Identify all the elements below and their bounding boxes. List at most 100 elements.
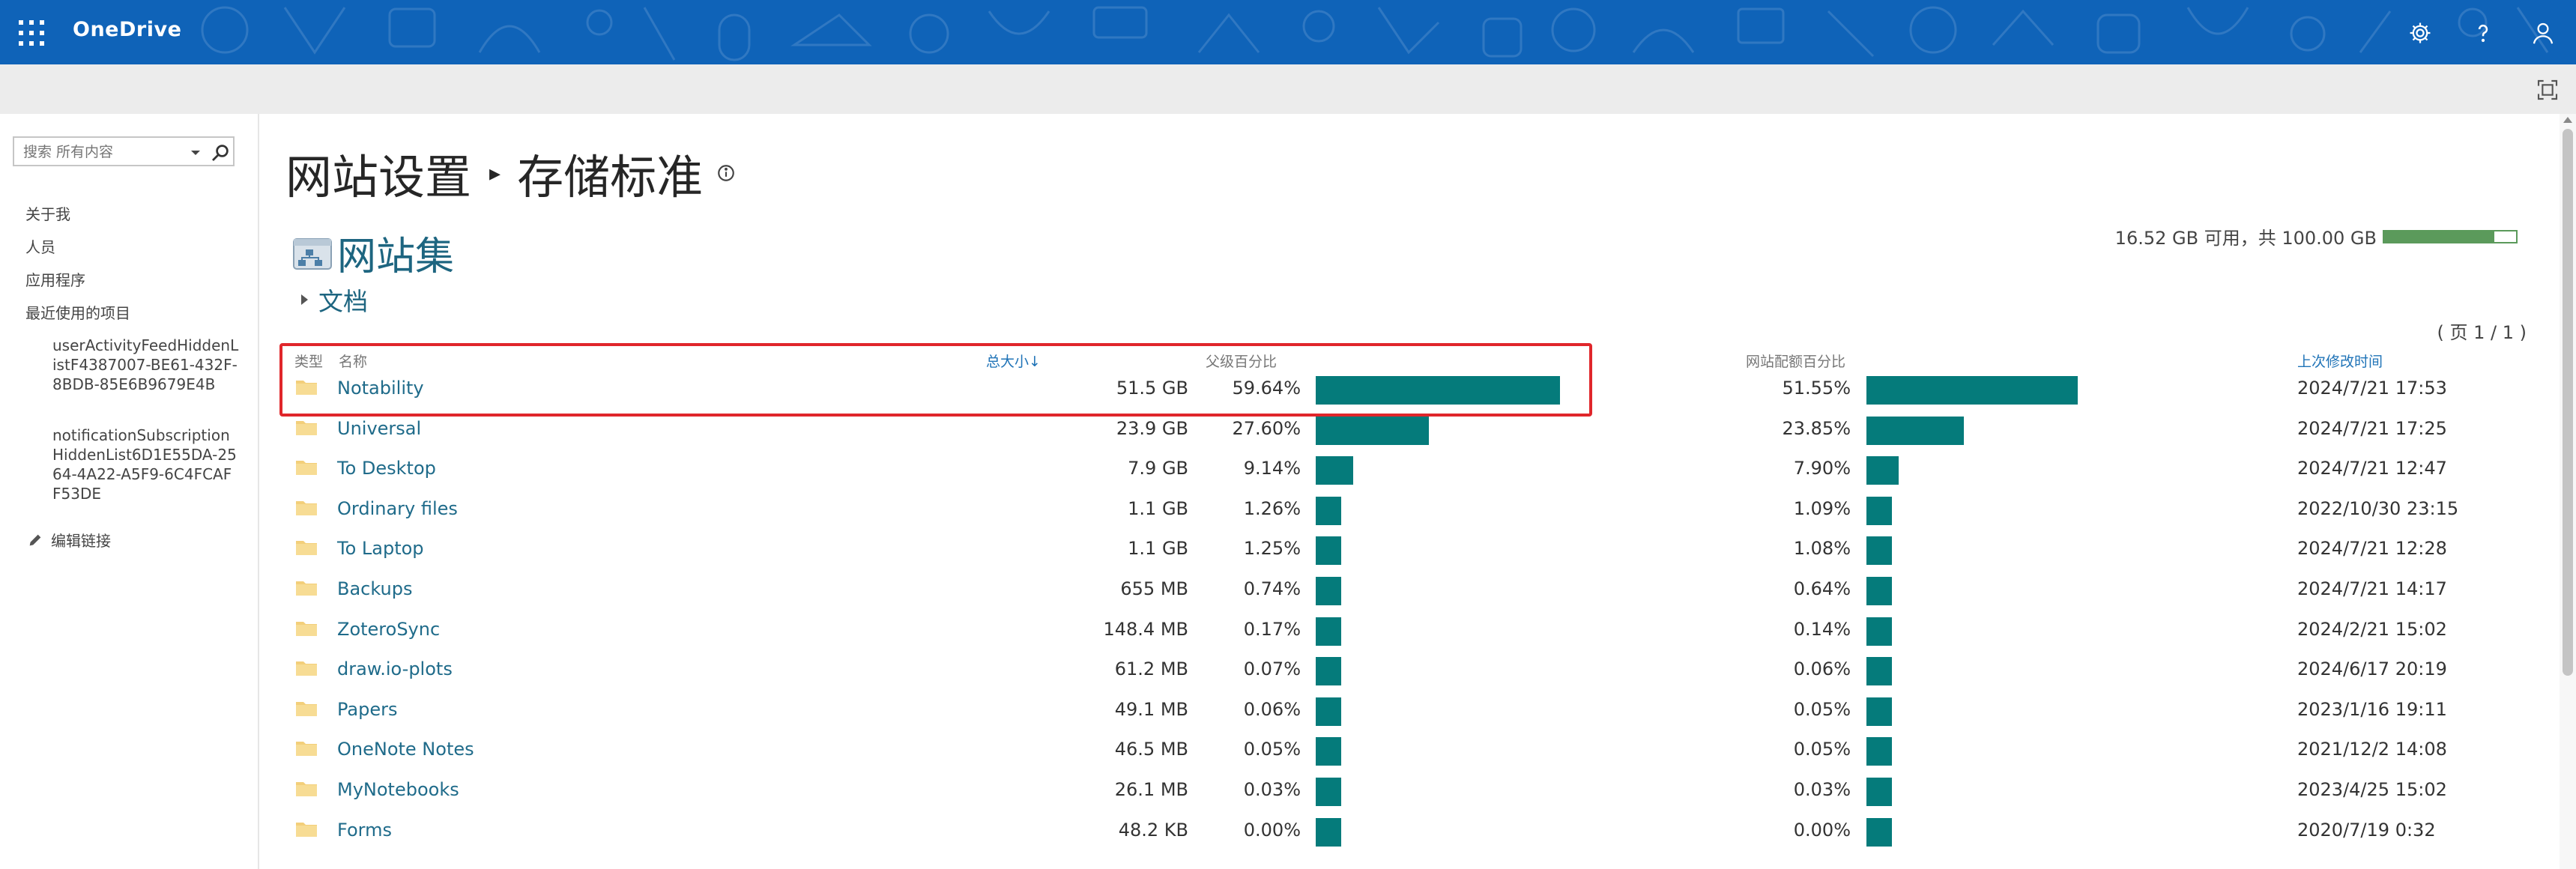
search-scope-dropdown-icon[interactable] bbox=[187, 144, 205, 162]
scrollbar-thumb[interactable] bbox=[2563, 129, 2573, 676]
row-size: 49.1 MB bbox=[1114, 698, 1188, 720]
row-name-link[interactable]: ZoteroSync bbox=[337, 619, 440, 640]
row-site-quota-percent-bar bbox=[1866, 617, 1892, 646]
nav-link-recent[interactable]: 最近使用的项目 bbox=[25, 301, 130, 323]
row-last-modified: 2024/7/21 12:47 bbox=[2297, 458, 2447, 479]
row-parent-percent: 59.64% bbox=[1232, 378, 1301, 399]
search-input[interactable] bbox=[23, 143, 188, 161]
row-size: 48.2 KB bbox=[1118, 819, 1188, 841]
row-last-modified: 2020/7/19 0:32 bbox=[2297, 819, 2436, 841]
row-parent-percent: 27.60% bbox=[1232, 417, 1301, 439]
row-name-link[interactable]: Universal bbox=[337, 418, 421, 439]
vertical-scrollbar[interactable] bbox=[2560, 114, 2576, 869]
row-site-quota-percent: 23.85% bbox=[1782, 417, 1851, 439]
row-site-quota-percent: 51.55% bbox=[1782, 378, 1851, 399]
row-size: 46.5 MB bbox=[1114, 739, 1188, 760]
folder-icon bbox=[296, 381, 317, 395]
row-name-link[interactable]: To Desktop bbox=[337, 458, 436, 479]
row-site-quota-percent-bar bbox=[1866, 496, 1892, 525]
folder-icon bbox=[296, 461, 317, 476]
help-icon[interactable] bbox=[2467, 16, 2500, 49]
folder-icon bbox=[296, 782, 317, 796]
folder-icon bbox=[296, 621, 317, 636]
quota-summary: 16.52 GB 可用，共 100.00 GB bbox=[2115, 223, 2518, 249]
focus-mode-icon[interactable] bbox=[2536, 78, 2560, 102]
app-launcher-waffle-icon[interactable] bbox=[16, 18, 45, 46]
row-size: 1.1 GB bbox=[1128, 497, 1188, 519]
row-site-quota-percent: 0.06% bbox=[1793, 658, 1851, 680]
documents-expander[interactable]: 文档 bbox=[301, 282, 368, 318]
folder-icon bbox=[296, 701, 317, 716]
table-row: Papers 49.1 MB 0.06% 0.05% 2023/1/16 19:11 bbox=[0, 691, 2576, 732]
brand-title[interactable]: OneDrive bbox=[73, 18, 181, 41]
folder-icon bbox=[296, 661, 317, 676]
row-last-modified: 2024/7/21 12:28 bbox=[2297, 538, 2447, 560]
sort-descending-icon: ↓ bbox=[1029, 354, 1041, 370]
row-parent-percent-bar bbox=[1316, 416, 1429, 445]
row-name-link[interactable]: To Laptop bbox=[337, 538, 424, 559]
site-collection-header: 网站集 bbox=[292, 225, 454, 281]
page-title: 网站设置 ▸ 存储标准 bbox=[285, 139, 736, 207]
row-parent-percent: 0.05% bbox=[1243, 739, 1301, 760]
person-icon[interactable] bbox=[2527, 16, 2560, 49]
quota-text: 16.52 GB 可用，共 100.00 GB bbox=[2114, 228, 2377, 249]
row-site-quota-percent-bar bbox=[1866, 817, 1892, 847]
row-size: 148.4 MB bbox=[1103, 618, 1188, 640]
row-size: 655 MB bbox=[1120, 578, 1188, 599]
row-last-modified: 2023/1/16 19:11 bbox=[2297, 698, 2447, 720]
scroll-up-icon[interactable] bbox=[2563, 117, 2572, 123]
row-site-quota-percent-bar bbox=[1866, 376, 2078, 405]
row-site-quota-percent-bar bbox=[1866, 416, 1965, 445]
column-header-total-size-label: 总大小 bbox=[986, 354, 1030, 370]
row-parent-percent: 1.26% bbox=[1243, 497, 1301, 519]
row-parent-percent-bar bbox=[1316, 496, 1341, 525]
folder-icon bbox=[296, 420, 317, 435]
table-row: OneNote Notes 46.5 MB 0.05% 0.05% 2021/12/2 … bbox=[0, 731, 2576, 772]
nav-link-people[interactable]: 人员 bbox=[25, 235, 55, 257]
row-parent-percent-bar bbox=[1316, 536, 1341, 566]
row-site-quota-percent: 0.03% bbox=[1793, 779, 1851, 800]
row-site-quota-percent: 0.64% bbox=[1793, 578, 1851, 599]
nav-link-apps[interactable]: 应用程序 bbox=[25, 268, 85, 290]
table-row: MyNotebooks 26.1 MB 0.03% 0.03% 2023/4/25 15… bbox=[0, 772, 2576, 812]
row-name-link[interactable]: Notability bbox=[337, 378, 424, 399]
nav-link-about-me[interactable]: 关于我 bbox=[25, 202, 70, 224]
row-parent-percent-bar bbox=[1316, 778, 1341, 806]
row-parent-percent: 0.74% bbox=[1243, 578, 1301, 599]
breadcrumb-site-settings[interactable]: 网站设置 bbox=[285, 139, 471, 207]
column-header-last-modified[interactable]: 上次修改时间 bbox=[2297, 351, 2383, 371]
row-size: 51.5 GB bbox=[1116, 378, 1188, 399]
row-site-quota-percent: 7.90% bbox=[1793, 458, 1851, 479]
quota-bar-fill bbox=[2384, 231, 2494, 242]
column-header-total-size[interactable]: 总大小↓ bbox=[986, 351, 1041, 371]
info-icon[interactable] bbox=[716, 163, 736, 183]
row-name-link[interactable]: OneNote Notes bbox=[337, 739, 474, 760]
row-name-link[interactable]: Papers bbox=[337, 699, 397, 720]
row-parent-percent: 0.06% bbox=[1243, 698, 1301, 720]
site-collection-title: 网站集 bbox=[337, 234, 455, 279]
row-name-link[interactable]: Ordinary files bbox=[337, 498, 458, 519]
table-row: Ordinary files 1.1 GB 1.26% 1.09% 2022/10/30… bbox=[0, 491, 2576, 531]
row-name-link[interactable]: Backups bbox=[337, 578, 412, 599]
table-row: Backups 655 MB 0.74% 0.64% 2024/7/21 14:17 bbox=[0, 571, 2576, 611]
row-name-link[interactable]: Forms bbox=[337, 820, 392, 841]
row-name-link[interactable]: draw.io-plots bbox=[337, 658, 453, 679]
search-icon[interactable] bbox=[209, 142, 232, 164]
table-row: draw.io-plots 61.2 MB 0.07% 0.06% 2024/6/17 … bbox=[0, 651, 2576, 691]
row-name-link[interactable]: MyNotebooks bbox=[337, 779, 459, 800]
folder-icon bbox=[296, 581, 317, 596]
row-parent-percent: 1.25% bbox=[1243, 538, 1301, 560]
breadcrumb-storage-metrics: 存储标准 bbox=[517, 150, 704, 205]
row-parent-percent-bar bbox=[1316, 456, 1353, 485]
table-row: ZoteroSync 148.4 MB 0.17% 0.14% 2024/2/21 15… bbox=[0, 611, 2576, 652]
search-box bbox=[13, 136, 235, 166]
table-row: Universal 23.9 GB 27.60% 23.85% 2024/7/21 17… bbox=[0, 411, 2576, 451]
row-parent-percent: 0.17% bbox=[1243, 618, 1301, 640]
row-site-quota-percent: 0.00% bbox=[1793, 819, 1851, 841]
documents-link[interactable]: 文档 bbox=[318, 282, 368, 318]
row-size: 23.9 GB bbox=[1116, 417, 1188, 439]
column-header-name[interactable]: 名称 bbox=[339, 351, 367, 371]
table-row: To Desktop 7.9 GB 9.14% 7.90% 2024/7/21 12:4… bbox=[0, 450, 2576, 491]
gear-icon[interactable] bbox=[2404, 16, 2437, 49]
row-site-quota-percent: 1.09% bbox=[1793, 497, 1851, 519]
